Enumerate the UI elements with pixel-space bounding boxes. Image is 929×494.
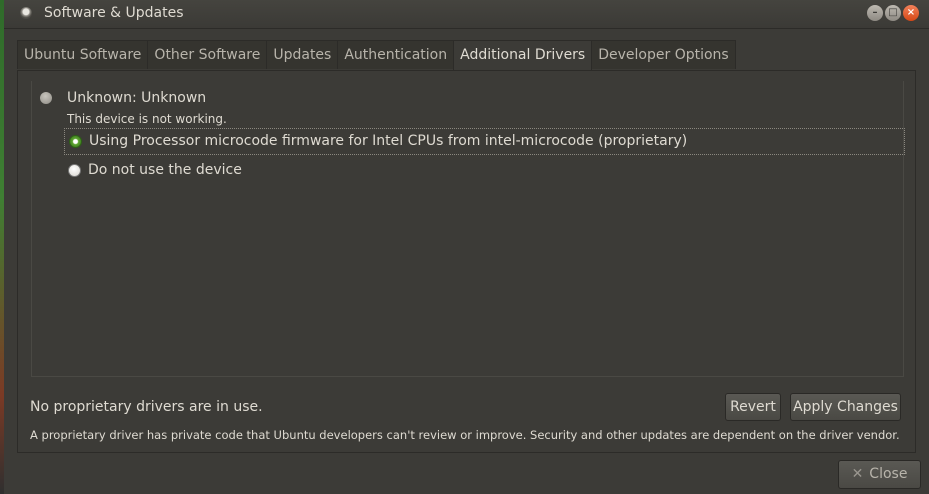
driver-option-microcode[interactable]: Using Processor microcode firmware for I… [64,128,905,155]
driver-list[interactable]: Unknown: Unknown This device is not work… [31,81,905,377]
app-icon [20,7,32,19]
radio-selected-icon[interactable] [69,135,82,148]
revert-button[interactable]: Revert [725,393,781,421]
driver-option-do-not-use[interactable]: Do not use the device [64,158,905,185]
radio-unselected-icon[interactable] [68,164,81,177]
tab-additional-drivers[interactable]: Additional Drivers [453,40,593,71]
device-status-icon [40,92,52,104]
close-label: Close [869,466,908,482]
driver-option-label: Do not use the device [88,162,242,178]
proprietary-driver-note: A proprietary driver has private code th… [30,428,900,442]
close-icon: ✕ [851,466,864,482]
device-name: Unknown: Unknown [67,90,207,106]
additional-drivers-panel: Unknown: Unknown This device is not work… [17,70,916,453]
close-window-button[interactable]: × [903,5,919,21]
tab-notebook: Ubuntu Software Other Software Updates A… [17,40,916,453]
desktop-background [0,0,4,494]
tab-ubuntu-software[interactable]: Ubuntu Software [17,40,149,69]
tab-authentication[interactable]: Authentication [337,40,455,69]
minimize-button[interactable]: – [867,5,883,21]
apply-changes-button[interactable]: Apply Changes [790,393,901,421]
close-button[interactable]: ✕ Close [838,460,921,489]
device-status: This device is not working. [67,112,227,126]
tab-developer-options[interactable]: Developer Options [591,40,736,69]
tab-updates[interactable]: Updates [266,40,339,69]
driver-option-label: Using Processor microcode firmware for I… [89,133,688,149]
maximize-button[interactable]: □ [885,5,901,21]
tab-other-software[interactable]: Other Software [147,40,268,69]
title-bar[interactable]: Software & Updates – □ × [4,0,929,29]
window-title: Software & Updates [44,5,184,21]
tab-bar: Ubuntu Software Other Software Updates A… [17,40,736,71]
driver-status-text: No proprietary drivers are in use. [30,399,263,415]
